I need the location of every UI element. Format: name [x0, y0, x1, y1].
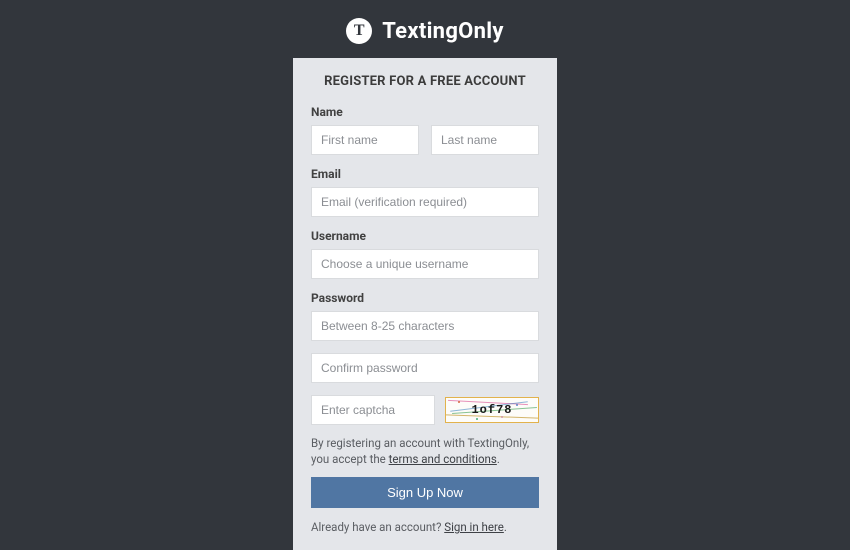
username-label: Username [311, 229, 539, 243]
register-card: REGISTER FOR A FREE ACCOUNT Name Email U… [293, 58, 557, 550]
terms-suffix: . [497, 452, 500, 466]
email-input[interactable] [311, 187, 539, 217]
username-group: Username [311, 229, 539, 279]
signin-prefix: Already have an account? [311, 520, 444, 534]
card-title: REGISTER FOR A FREE ACCOUNT [311, 74, 539, 89]
first-name-input[interactable] [311, 125, 419, 155]
confirm-password-input[interactable] [311, 353, 539, 383]
signin-link[interactable]: Sign in here [444, 520, 504, 534]
password-label: Password [311, 291, 539, 305]
terms-link[interactable]: terms and conditions [389, 452, 497, 466]
password-input[interactable] [311, 311, 539, 341]
name-label: Name [311, 105, 539, 119]
name-group: Name [311, 105, 539, 155]
email-label: Email [311, 167, 539, 181]
password-group: Password [311, 291, 539, 341]
terms-text: By registering an account with TextingOn… [311, 435, 539, 467]
sign-up-button[interactable]: Sign Up Now [311, 477, 539, 508]
signin-suffix: . [504, 520, 507, 534]
confirm-password-group [311, 353, 539, 383]
captcha-value: 1of78 [471, 403, 512, 417]
captcha-image: 1of78 [445, 397, 539, 423]
username-input[interactable] [311, 249, 539, 279]
signin-row: Already have an account? Sign in here. [311, 520, 539, 534]
brand-name: TextingOnly [382, 19, 504, 44]
email-group: Email [311, 167, 539, 217]
last-name-input[interactable] [431, 125, 539, 155]
captcha-row: 1of78 [311, 395, 539, 425]
captcha-input[interactable] [311, 395, 435, 425]
brand-header: T TextingOnly [346, 18, 504, 44]
logo-icon: T [346, 18, 372, 44]
